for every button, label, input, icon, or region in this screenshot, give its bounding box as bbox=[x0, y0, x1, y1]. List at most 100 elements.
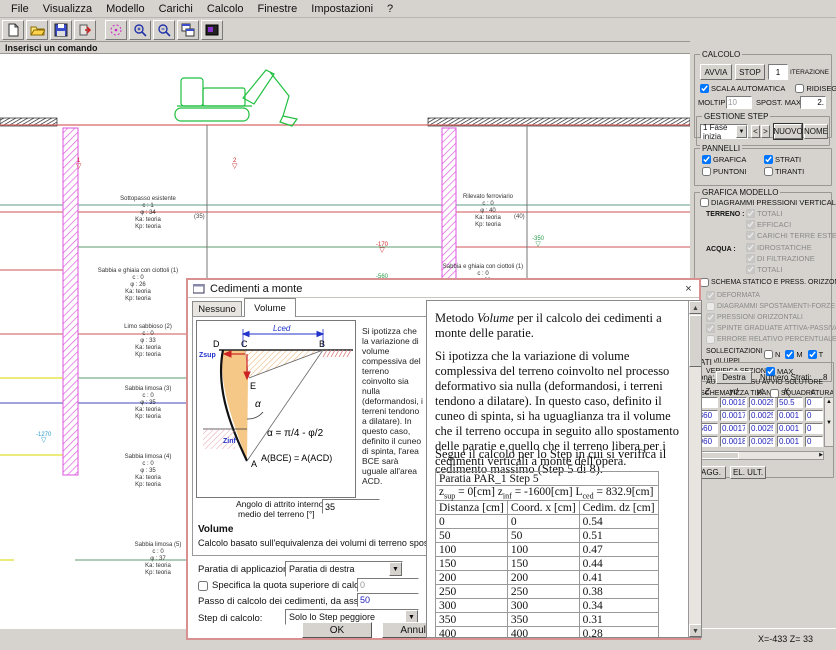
quota-input[interactable] bbox=[357, 578, 419, 592]
scroll-right-icon[interactable]: ▶ bbox=[819, 452, 823, 459]
schema-option-checkbox[interactable]: DEFORMATA bbox=[706, 291, 836, 300]
new-file-button[interactable] bbox=[2, 20, 24, 40]
nmt-checkbox[interactable]: N bbox=[764, 350, 780, 359]
nmt-checkbox[interactable]: T bbox=[808, 350, 824, 359]
terreno-checkbox[interactable]: TOTALI bbox=[746, 209, 836, 218]
scroll-down-icon[interactable]: ▼ bbox=[825, 406, 833, 440]
open-button[interactable] bbox=[26, 20, 48, 40]
step-prev-button[interactable]: < bbox=[751, 125, 760, 138]
acqua-checkbox[interactable]: DI FILTRAZIONE bbox=[746, 254, 815, 263]
dimension-label: (35) bbox=[194, 214, 205, 220]
tab-nessuno[interactable]: Nessuno bbox=[192, 301, 242, 316]
menu-item[interactable]: Modello bbox=[99, 1, 152, 17]
schema-statico-checkbox[interactable]: SCHEMA STATICO E PRESS. ORIZZONTAL bbox=[700, 278, 836, 287]
report-paragraph-1: Metodo Volume per il calcolo dei cedimen… bbox=[435, 311, 683, 341]
command-bar[interactable]: Inserisci un comando bbox=[0, 42, 690, 54]
step-select[interactable]: 1 Fase inizia▼ bbox=[700, 124, 748, 139]
strati-k-input[interactable] bbox=[777, 423, 803, 434]
terreno-label: TERRENO : bbox=[706, 211, 745, 218]
quota-checkbox[interactable]: Specifica la quota superiore di calcolo: bbox=[198, 580, 374, 591]
depth-marker: -1270 ▽ bbox=[36, 432, 51, 444]
strati-c-input[interactable] bbox=[805, 423, 823, 434]
nuovo-button[interactable]: NUOVO bbox=[774, 124, 802, 139]
el-ult-button[interactable]: EL. ULT. bbox=[730, 466, 766, 479]
schema-option-checkbox[interactable]: ERRORE RELATIVO PERCENTUALE bbox=[706, 335, 836, 344]
strati-gt-input[interactable] bbox=[749, 410, 775, 421]
chevron-down-icon[interactable]: ▼ bbox=[736, 125, 747, 138]
scroll-thumb[interactable] bbox=[699, 452, 739, 459]
zona-destra-button[interactable]: Destra bbox=[716, 371, 752, 384]
schema-option-checkbox[interactable]: DIAGRAMMI SPOSTAMENTI-FORZE bbox=[706, 302, 836, 311]
dialog-title-bar[interactable]: Cedimenti a monte bbox=[188, 280, 699, 298]
svg-text:E: E bbox=[250, 381, 256, 391]
scroll-up-icon[interactable]: ▲ bbox=[689, 301, 702, 314]
scroll-up-icon[interactable]: ▲ bbox=[825, 398, 833, 406]
exit-button[interactable] bbox=[74, 20, 96, 40]
strati-c-input[interactable] bbox=[805, 436, 823, 447]
strati-gd-input[interactable] bbox=[720, 436, 747, 447]
calcolo-checkbox[interactable]: SCALA AUTOMATICA bbox=[700, 84, 785, 93]
menu-item[interactable]: Calcolo bbox=[200, 1, 251, 17]
menu-item[interactable]: Finestre bbox=[251, 1, 305, 17]
capture-button[interactable] bbox=[201, 20, 223, 40]
terreno-checkbox[interactable]: EFFICACI bbox=[746, 220, 836, 229]
strati-gd-input[interactable] bbox=[720, 423, 747, 434]
numero-strati-label: Numero Strati: bbox=[760, 373, 812, 382]
passo-input[interactable] bbox=[357, 593, 419, 607]
save-button[interactable] bbox=[50, 20, 72, 40]
moltip-input[interactable] bbox=[726, 96, 752, 109]
pannelli-checkbox[interactable]: PUNTONI bbox=[702, 167, 764, 176]
schema-option-checkbox[interactable]: PRESSIONI ORIZZONTALI bbox=[706, 313, 836, 322]
menu-item[interactable]: File bbox=[4, 1, 36, 17]
terreno-checkbox[interactable]: CARICHI TERRE ESTERNI bbox=[746, 231, 836, 240]
pannelli-checkbox[interactable]: TIRANTI bbox=[764, 167, 826, 176]
menu-item[interactable]: Impostazioni bbox=[304, 1, 380, 17]
nmt-checkbox[interactable]: M bbox=[785, 350, 802, 359]
soil-layer-label: Sabbia limosa (4) c : 0 φ : 35 Ka: teori… bbox=[100, 454, 196, 489]
menu-item[interactable]: ? bbox=[380, 1, 400, 17]
strati-gt-input[interactable] bbox=[749, 423, 775, 434]
nome-button[interactable]: NOME bbox=[804, 124, 828, 139]
zoom-out-button[interactable] bbox=[153, 20, 175, 40]
strati-gt-input[interactable] bbox=[749, 436, 775, 447]
spost-max-input[interactable] bbox=[800, 96, 826, 109]
menu-item[interactable]: Carichi bbox=[152, 1, 200, 17]
report-scrollbar[interactable]: ▲ ▼ bbox=[688, 301, 701, 637]
friction-angle-input[interactable] bbox=[322, 499, 380, 514]
chevron-down-icon[interactable]: ▼ bbox=[389, 562, 402, 576]
strati-gt-input[interactable] bbox=[749, 397, 775, 408]
step-next-button[interactable]: > bbox=[761, 125, 770, 138]
cascade-windows-button[interactable] bbox=[177, 20, 199, 40]
strati-gd-input[interactable] bbox=[720, 410, 747, 421]
pannelli-checkbox[interactable]: STRATI bbox=[764, 155, 826, 164]
close-button[interactable]: × bbox=[681, 282, 696, 296]
tab-volume[interactable]: Volume bbox=[244, 298, 296, 317]
scroll-thumb[interactable] bbox=[689, 315, 702, 367]
schema-option-checkbox[interactable]: SPINTE GRADUATE ATTIVA-PASSIVA bbox=[706, 324, 836, 333]
strati-c-input[interactable] bbox=[805, 397, 823, 408]
strati-c-input[interactable] bbox=[805, 410, 823, 421]
soil-layer-label: Rilevato ferroviario c : 0 φ : 40 Ka: te… bbox=[440, 194, 536, 229]
strati-k-input[interactable] bbox=[777, 410, 803, 421]
calcolo-checkbox[interactable]: RIDISEGNA bbox=[795, 84, 836, 93]
strati-gd-input[interactable] bbox=[720, 397, 747, 408]
pannelli-checkbox[interactable]: GRAFICA bbox=[702, 155, 764, 164]
acqua-checkbox[interactable]: IDROSTATICHE bbox=[746, 243, 815, 252]
acqua-checkbox[interactable]: TOTALI bbox=[746, 265, 815, 274]
strati-k-input[interactable] bbox=[777, 436, 803, 447]
avvia-button[interactable]: AVVIA bbox=[700, 64, 732, 80]
water-mark-triangle-icon: ▽ bbox=[232, 164, 237, 170]
strati-hscrollbar[interactable]: ◀ ▶ bbox=[694, 451, 824, 460]
iterazione-input[interactable] bbox=[768, 64, 788, 80]
ok-button[interactable]: OK bbox=[302, 622, 372, 638]
strati-k-input[interactable] bbox=[777, 397, 803, 408]
stop-button[interactable]: STOP bbox=[735, 64, 765, 80]
strati-vscrollbar[interactable]: ▲ ▼ bbox=[824, 397, 834, 447]
paratia-select[interactable]: Paratia di destra▼ bbox=[285, 561, 403, 577]
menu-item[interactable]: Visualizza bbox=[36, 1, 99, 17]
strati-column-header: γd bbox=[720, 387, 746, 396]
redraw-button[interactable] bbox=[105, 20, 127, 40]
scroll-down-icon[interactable]: ▼ bbox=[689, 624, 702, 637]
zoom-in-button[interactable] bbox=[129, 20, 151, 40]
diagrammi-pressioni-checkbox[interactable]: DIAGRAMMI PRESSIONI VERTICALI bbox=[700, 198, 836, 207]
